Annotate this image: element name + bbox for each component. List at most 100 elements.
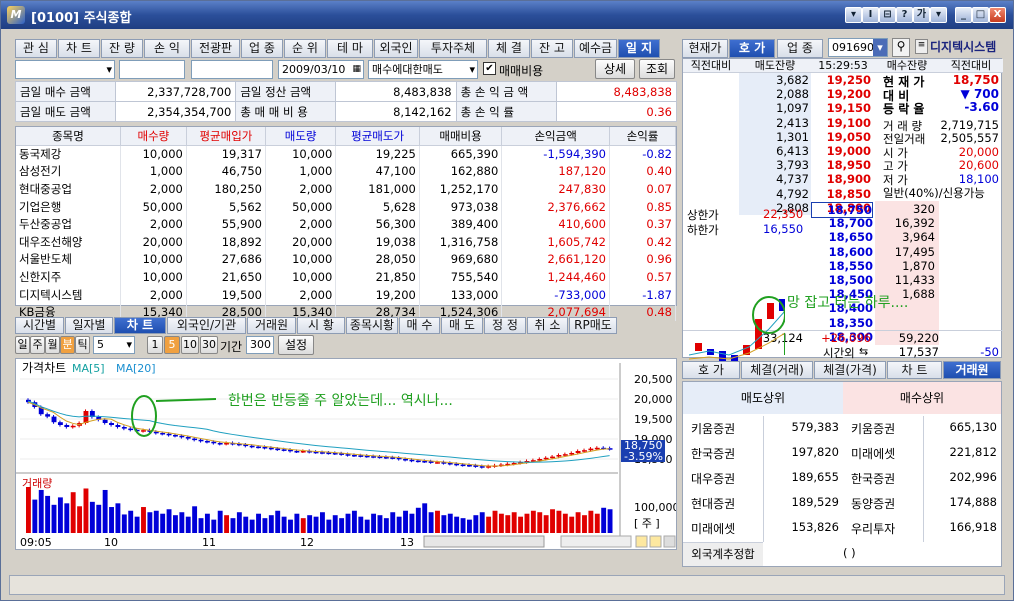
broker-sell-name[interactable]: 한국증권 — [691, 445, 735, 462]
period-button-2[interactable]: 월 — [45, 336, 60, 354]
bottom-tab-4[interactable]: 거래원 — [943, 361, 1001, 379]
table-row[interactable]: 대우조선해양 20,000 18,892 20,000 19,038 1,316,758 1… — [16, 232, 677, 251]
close-button[interactable]: X — [989, 7, 1006, 23]
tb-help-button[interactable]: ? — [896, 7, 913, 23]
table-row[interactable]: 현대중공업 2,000 180,250 2,000 181,000 1,252,170 24… — [16, 180, 677, 198]
top-tab-1[interactable]: 차 트 — [58, 39, 100, 58]
chart-tab-3[interactable]: 외국인/기관 — [167, 317, 246, 334]
top-tab-4[interactable]: 전광판 — [191, 39, 240, 58]
broker-buy-name[interactable]: 키움증권 — [851, 420, 895, 437]
table-row[interactable]: 디지텍시스템 2,000 19,500 2,000 19,200 133,000 -733,… — [16, 285, 677, 304]
search-icon[interactable]: ⚲ — [892, 38, 910, 57]
top-tab-0[interactable]: 관 심 — [15, 39, 57, 58]
top-tab-7[interactable]: 테 마 — [327, 39, 373, 58]
bid-price[interactable]: 18,500 — [811, 273, 873, 287]
ask-price[interactable]: 19,200 — [811, 87, 871, 101]
zoom-in-icon[interactable] — [649, 535, 662, 548]
top-tab-2[interactable]: 잔 량 — [101, 39, 143, 58]
grid-header[interactable]: 매도량 — [265, 127, 337, 146]
top-tab-8[interactable]: 외국인 — [374, 39, 418, 58]
ask-price[interactable]: 18,900 — [811, 172, 871, 186]
zoom-out-icon[interactable] — [635, 535, 648, 548]
chart-tab-8[interactable]: 매 도 — [441, 317, 483, 334]
chart-tab-10[interactable]: 취 소 — [527, 317, 568, 334]
ask-price[interactable]: 19,250 — [811, 73, 871, 87]
minute-button-2[interactable]: 10 — [181, 336, 199, 354]
period-button-0[interactable]: 일 — [15, 336, 30, 354]
top-tab-9[interactable]: 투자주체 — [419, 39, 487, 58]
account-password-field[interactable] — [191, 60, 273, 79]
tb-layout-button[interactable]: ⊟ — [879, 7, 896, 23]
ask-price[interactable]: 18,950 — [811, 158, 871, 172]
grid-header[interactable]: 매매비용 — [419, 127, 503, 146]
ask-price[interactable]: 18,850 — [811, 187, 871, 201]
grid-header[interactable]: 손익금액 — [501, 127, 610, 146]
chart-tab-11[interactable]: RP매도 — [569, 317, 617, 334]
table-row[interactable]: 동국제강 10,000 19,317 10,000 19,225 665,390 -1,59… — [16, 145, 677, 163]
top-tab-12[interactable]: 예수금 — [574, 39, 617, 58]
bottom-tab-3[interactable]: 차 트 — [887, 361, 942, 379]
maximize-button[interactable]: □ — [972, 7, 989, 23]
grid-header[interactable]: 손익률 — [609, 127, 677, 146]
bid-price[interactable]: 18,700 — [811, 216, 873, 230]
period-button-4[interactable]: 틱 — [75, 336, 90, 354]
tb-font-button[interactable]: 가 — [913, 7, 930, 23]
table-row[interactable]: 서울반도체 10,000 27,686 10,000 28,050 969,680 2,66… — [16, 250, 677, 269]
detail-button[interactable]: 상세 — [595, 59, 635, 79]
ask-price[interactable]: 19,150 — [811, 101, 871, 115]
zoom-slider[interactable] — [560, 535, 632, 548]
ask-price[interactable]: 19,000 — [811, 144, 871, 158]
grid-header[interactable]: 평균매도가 — [335, 127, 420, 146]
top-tab-11[interactable]: 잔 고 — [531, 39, 573, 58]
price-chart[interactable]: 가격차트 MA[5] MA[20]20,50020,00019,50019,0001… — [16, 359, 676, 549]
fee-checkbox[interactable]: ✔ — [483, 62, 496, 75]
top-tab-10[interactable]: 체 결 — [488, 39, 530, 58]
chart-tab-2[interactable]: 차 트 — [114, 317, 166, 334]
period-button-1[interactable]: 주 — [30, 336, 45, 354]
broker-sell-name[interactable]: 현대증권 — [691, 495, 735, 512]
after-hours-icon[interactable]: ⇆ — [859, 345, 868, 358]
chart-tab-5[interactable]: 시 황 — [297, 317, 345, 334]
table-row[interactable]: 신한지주 10,000 21,650 10,000 21,850 755,540 1,244… — [16, 268, 677, 286]
broker-buy-name[interactable]: 우리투자 — [851, 520, 895, 537]
bid-price[interactable]: 18,600 — [811, 245, 873, 259]
tb-menu-button[interactable]: ▾ — [845, 7, 862, 23]
top-tab-13[interactable]: 일 지 — [618, 39, 660, 58]
chart-tab-9[interactable]: 정 정 — [484, 317, 526, 334]
period-button-3[interactable]: 분 — [60, 336, 75, 354]
table-row[interactable]: 기업은행 50,000 5,562 50,000 5,628 973,038 2,376,6… — [16, 197, 677, 216]
bid-price[interactable]: 18,550 — [811, 259, 873, 273]
top-tab-6[interactable]: 순 위 — [284, 39, 326, 58]
quote-tab-2[interactable]: 업 종 — [777, 39, 823, 58]
top-tab-3[interactable]: 손 익 — [144, 39, 190, 58]
broker-sell-name[interactable]: 키움증권 — [691, 420, 735, 437]
minute-button-1[interactable]: 5 — [164, 336, 180, 354]
ask-price[interactable]: 19,100 — [811, 116, 871, 130]
quote-tab-0[interactable]: 현재가 — [682, 39, 728, 58]
date-field[interactable]: 2009/03/10 ▦ — [278, 60, 364, 79]
bid-price[interactable]: 18,350 — [811, 316, 873, 330]
broker-buy-name[interactable]: 한국증권 — [851, 470, 895, 487]
broker-buy-name[interactable]: 미래에셋 — [851, 445, 895, 462]
chart-tab-1[interactable]: 일자별 — [65, 317, 113, 334]
bid-price[interactable]: 18,650 — [811, 230, 873, 244]
chart-options-icon[interactable] — [663, 535, 676, 548]
chart-tab-4[interactable]: 거래원 — [247, 317, 296, 334]
top-tab-5[interactable]: 업 종 — [241, 39, 283, 58]
minute-button-0[interactable]: 1 — [147, 336, 163, 354]
ask-price[interactable]: 19,050 — [811, 130, 871, 144]
grid-header[interactable]: 종목명 — [16, 127, 121, 146]
minute-button-3[interactable]: 30 — [200, 336, 218, 354]
trade-type-select[interactable]: 매수에대한매도 ▾ — [368, 60, 478, 79]
tb-info-button[interactable]: I — [862, 7, 879, 23]
grid-header[interactable]: 매수량 — [120, 127, 187, 146]
bottom-tab-2[interactable]: 체결(가격) — [814, 361, 886, 379]
minimize-button[interactable]: _ — [955, 7, 972, 23]
bottom-tab-0[interactable]: 호 가 — [682, 361, 740, 379]
broker-buy-name[interactable]: 동양증권 — [851, 495, 895, 512]
broker-sell-name[interactable]: 대우증권 — [691, 470, 735, 487]
query-button[interactable]: 조회 — [639, 59, 675, 79]
period-input[interactable]: 300 — [246, 336, 274, 354]
broker-sell-name[interactable]: 미래에셋 — [691, 520, 735, 537]
account-number-field[interactable]: ▾ — [15, 60, 115, 79]
